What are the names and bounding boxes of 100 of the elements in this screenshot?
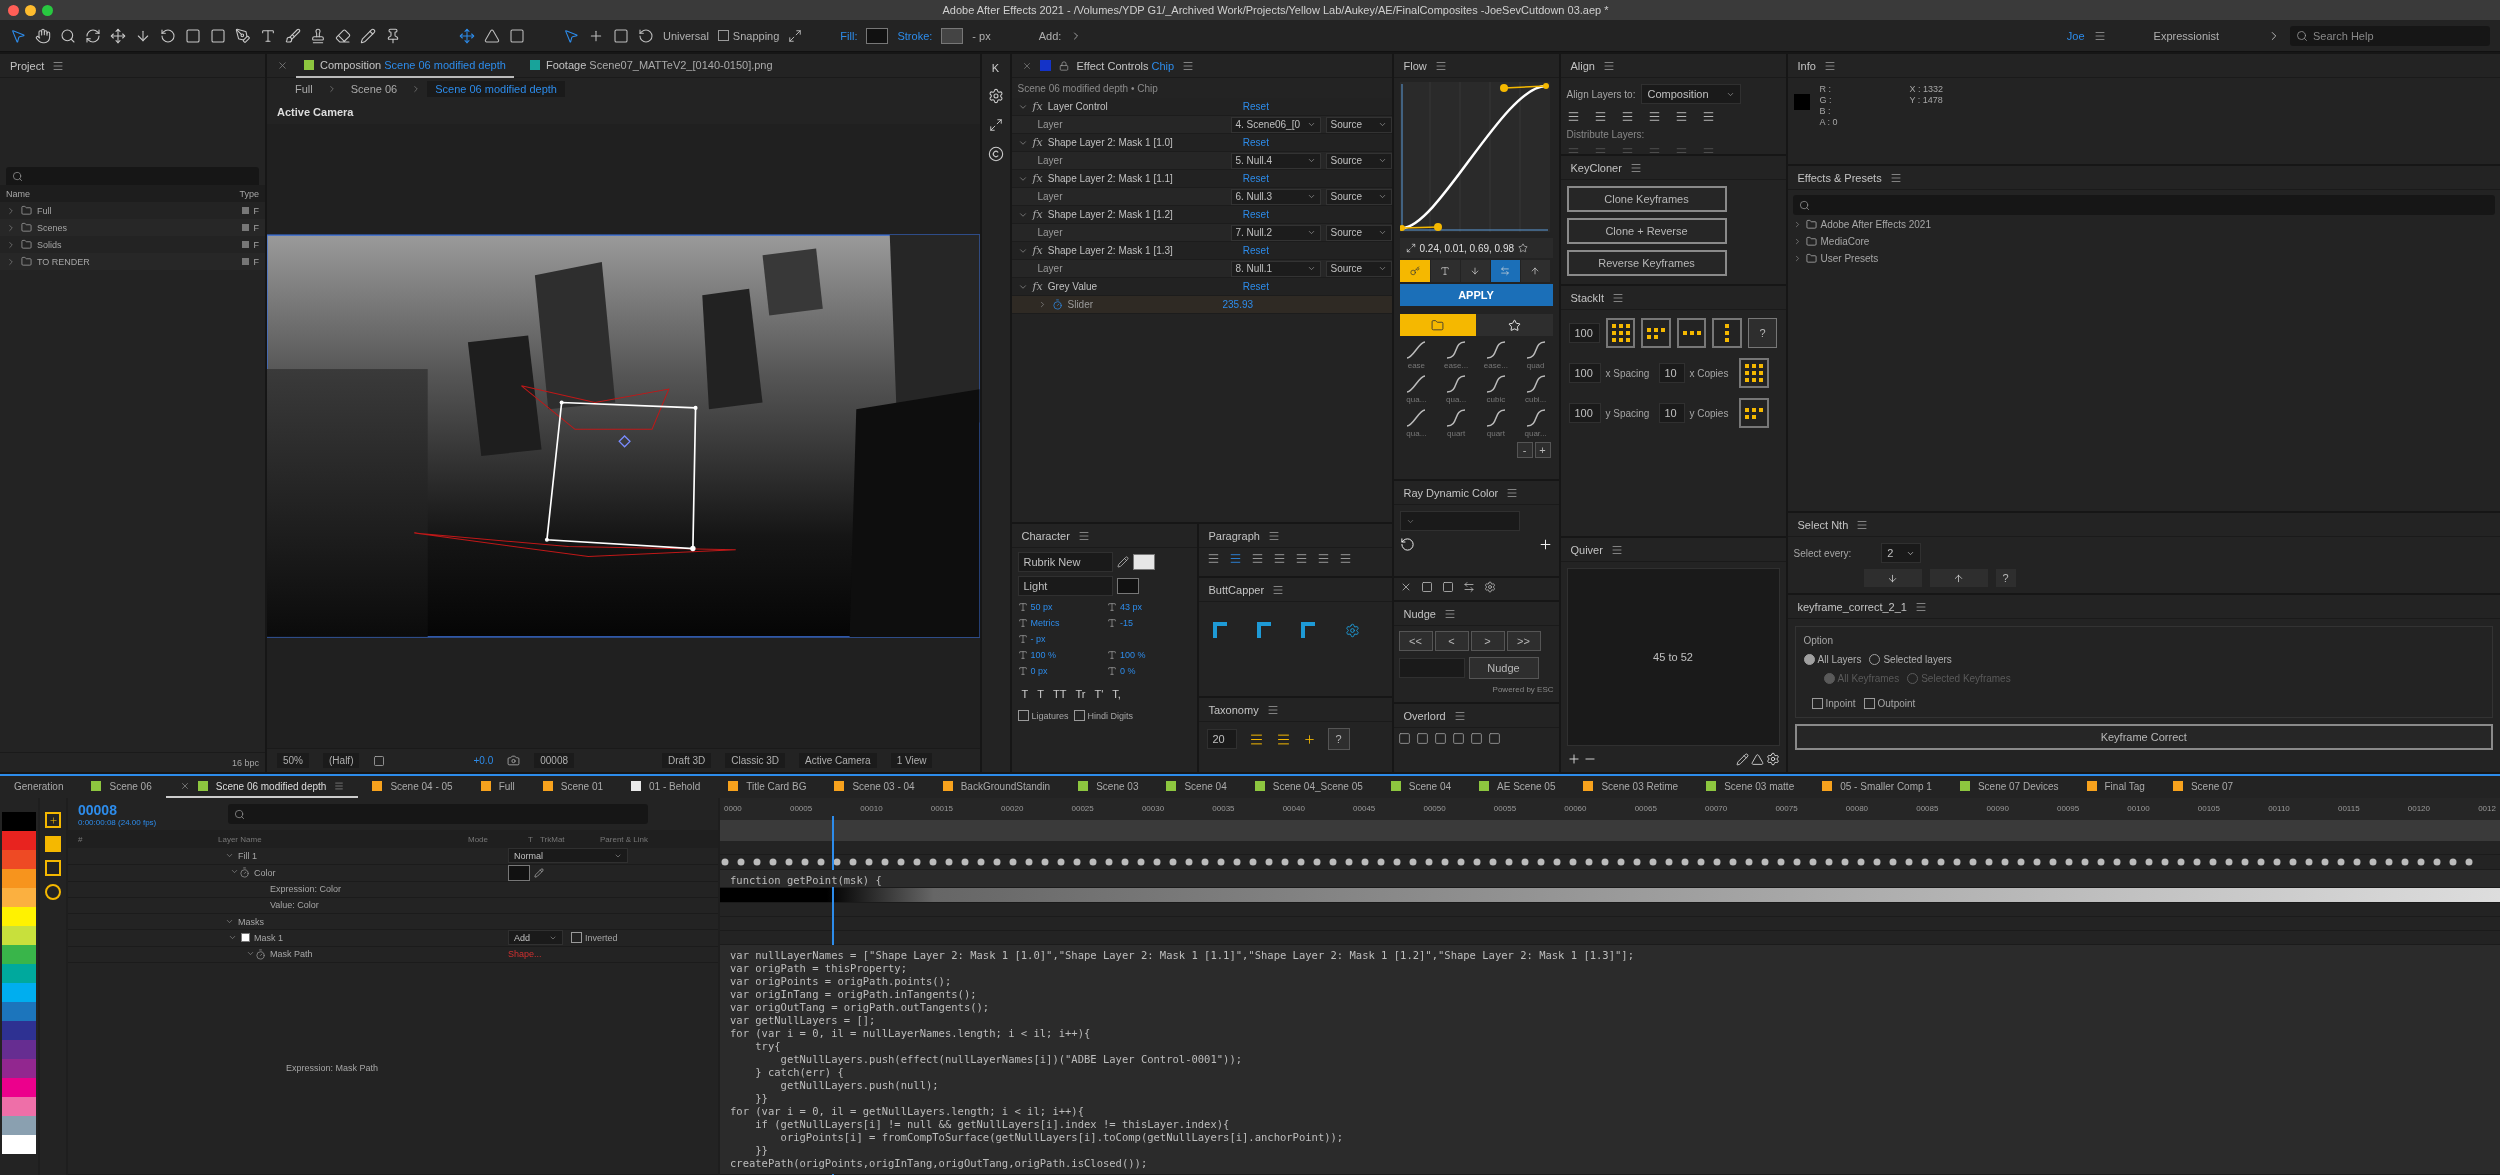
font-size-value[interactable]: 50 px xyxy=(1030,602,1053,612)
project-search-field[interactable] xyxy=(6,166,259,187)
breadcrumb[interactable]: Scene 06 modified depth xyxy=(427,81,565,97)
rectangle-tool-icon[interactable] xyxy=(210,27,226,44)
snap-icon[interactable] xyxy=(788,28,803,43)
timeline-tab[interactable]: Scene 03 Retime xyxy=(1569,776,1693,798)
hand-tool-icon[interactable] xyxy=(35,27,51,44)
nudge-button[interactable]: > xyxy=(1470,631,1505,651)
curve-mode-button[interactable] xyxy=(1430,260,1460,282)
spacing-field[interactable]: 100 xyxy=(1568,403,1601,423)
panel-title[interactable]: KeyCloner xyxy=(1570,161,1622,174)
panel-title[interactable]: StackIt xyxy=(1570,291,1605,304)
count-field[interactable]: 20 xyxy=(1206,729,1237,749)
layer-property-name[interactable]: Mask 1 xyxy=(254,933,508,943)
pencil-icon[interactable] xyxy=(1735,752,1749,766)
easing-curve-drawing[interactable] xyxy=(1399,82,1550,232)
local-axis-icon[interactable] xyxy=(459,27,475,44)
puppet-pin-icon[interactable] xyxy=(385,27,401,44)
easing-preset-icon[interactable] xyxy=(1524,340,1547,360)
leading-value[interactable]: 43 px xyxy=(1120,602,1143,612)
menu-icon[interactable] xyxy=(1182,59,1195,72)
menu-icon[interactable] xyxy=(1914,600,1927,613)
easing-preset-icon[interactable] xyxy=(1484,408,1507,428)
panel-title[interactable]: keyframe_correct_2_1 xyxy=(1797,600,1907,613)
menu-icon[interactable] xyxy=(1272,583,1285,596)
pan-icon[interactable] xyxy=(110,27,126,44)
menu-icon[interactable] xyxy=(1267,529,1280,542)
fill-swatch[interactable] xyxy=(866,27,889,44)
timeline-tab[interactable]: Scene 04_Scene 05 xyxy=(1240,776,1377,798)
keyframe-mode-button[interactable] xyxy=(1399,260,1430,282)
add-marker-icon[interactable] xyxy=(45,812,61,828)
vertical-scale-value[interactable]: 100 % xyxy=(1030,650,1057,660)
align-paragraph-icon[interactable] xyxy=(1294,552,1308,565)
layer-property-name[interactable]: Expression: Color xyxy=(270,884,508,895)
panel-title[interactable]: ButtCapper xyxy=(1208,583,1265,596)
color-swatch[interactable] xyxy=(2,1116,36,1135)
easing-preset-icon[interactable] xyxy=(1524,374,1547,394)
timeline-tab[interactable]: Scene 03 matte xyxy=(1692,776,1809,798)
label-swatch[interactable] xyxy=(241,258,249,265)
text-style-button[interactable]: T, xyxy=(1112,688,1121,700)
align-icon[interactable] xyxy=(1647,110,1661,123)
horizontal-scale-value[interactable]: 100 % xyxy=(1120,650,1146,660)
effect-name[interactable]: Shape Layer 2: Mask 1 [1.2] xyxy=(1047,209,1238,220)
view-axis-icon[interactable] xyxy=(509,27,525,44)
scope-radio[interactable] xyxy=(1803,654,1815,665)
timecode-field[interactable]: 00008 xyxy=(534,753,575,768)
option-checkbox[interactable] xyxy=(1863,698,1875,709)
mode-dropdown[interactable]: Normal xyxy=(508,848,628,864)
type-tool-icon[interactable] xyxy=(260,27,276,44)
timeline-tab[interactable]: 05 - Smaller Comp 1 xyxy=(1808,776,1946,798)
easing-preset-icon[interactable] xyxy=(1445,340,1468,360)
timeline-tab[interactable]: Title Card BG xyxy=(714,776,821,798)
anchor-point-icon[interactable] xyxy=(618,435,631,448)
zoom-out-button[interactable]: - xyxy=(1516,442,1533,458)
layer-dropdown[interactable]: 5. Null.4 xyxy=(1230,152,1321,169)
timeline-tab[interactable]: Scene 03 xyxy=(1064,776,1153,798)
launcher-label[interactable]: K xyxy=(991,62,1000,74)
reset-link[interactable]: Reset xyxy=(1242,209,1269,220)
resolution-dropdown[interactable]: (Half) xyxy=(323,753,360,768)
timeline-tab[interactable]: Generation xyxy=(0,776,78,798)
menu-icon[interactable] xyxy=(1602,59,1615,72)
easing-preset-icon[interactable] xyxy=(1405,374,1428,394)
mode-dropdown[interactable]: Add xyxy=(508,930,563,946)
color-swatch[interactable] xyxy=(2,945,36,964)
color-swatch[interactable] xyxy=(2,926,36,945)
effect-name[interactable]: Grey Value xyxy=(1047,281,1238,292)
panel-title[interactable]: Flow xyxy=(1403,59,1427,72)
3d-select-icon[interactable] xyxy=(563,27,579,44)
swatch-icon[interactable] xyxy=(1420,581,1433,593)
stopwatch-icon[interactable] xyxy=(255,948,266,960)
text-style-button[interactable]: Tr xyxy=(1075,688,1086,700)
brush-tool-icon[interactable] xyxy=(285,27,301,44)
stroke-width-value[interactable]: - px xyxy=(1030,634,1046,644)
eyedropper-icon[interactable] xyxy=(534,867,544,878)
label-swatch[interactable] xyxy=(241,241,249,248)
lock-icon[interactable] xyxy=(1058,60,1069,71)
mask-path-drawing[interactable] xyxy=(413,385,737,558)
exposure-value[interactable]: +0.0 xyxy=(473,755,494,766)
effect-name[interactable]: Shape Layer 2: Mask 1 [1.3] xyxy=(1047,245,1238,256)
timeline-tab[interactable]: Scene 06 xyxy=(77,776,166,798)
triangle-icon[interactable] xyxy=(1750,752,1764,766)
menu-icon[interactable] xyxy=(1434,59,1447,72)
panel-title[interactable]: Align xyxy=(1570,59,1595,72)
close-icon[interactable] xyxy=(277,60,288,71)
menu-icon[interactable] xyxy=(1823,59,1836,72)
menu-icon[interactable] xyxy=(1610,543,1623,556)
reset-link[interactable]: Reset xyxy=(1242,173,1269,184)
color-swatch[interactable] xyxy=(2,1078,36,1097)
overlord-tool-icon[interactable] xyxy=(1397,732,1411,745)
menu-icon[interactable] xyxy=(2093,29,2106,42)
text-style-button[interactable]: T xyxy=(1021,688,1029,700)
easing-preset-icon[interactable] xyxy=(1445,408,1468,428)
close-icon[interactable] xyxy=(1021,60,1032,71)
timeline-tab[interactable]: 01 - Behold xyxy=(617,776,715,798)
nudge-button[interactable]: << xyxy=(1398,631,1433,651)
project-item[interactable]: Scenes xyxy=(37,222,68,233)
align-paragraph-icon[interactable] xyxy=(1316,552,1330,565)
source-dropdown[interactable]: Source xyxy=(1325,188,1392,205)
curve-mode-button[interactable] xyxy=(1520,260,1550,282)
align-paragraph-icon[interactable] xyxy=(1228,552,1242,565)
